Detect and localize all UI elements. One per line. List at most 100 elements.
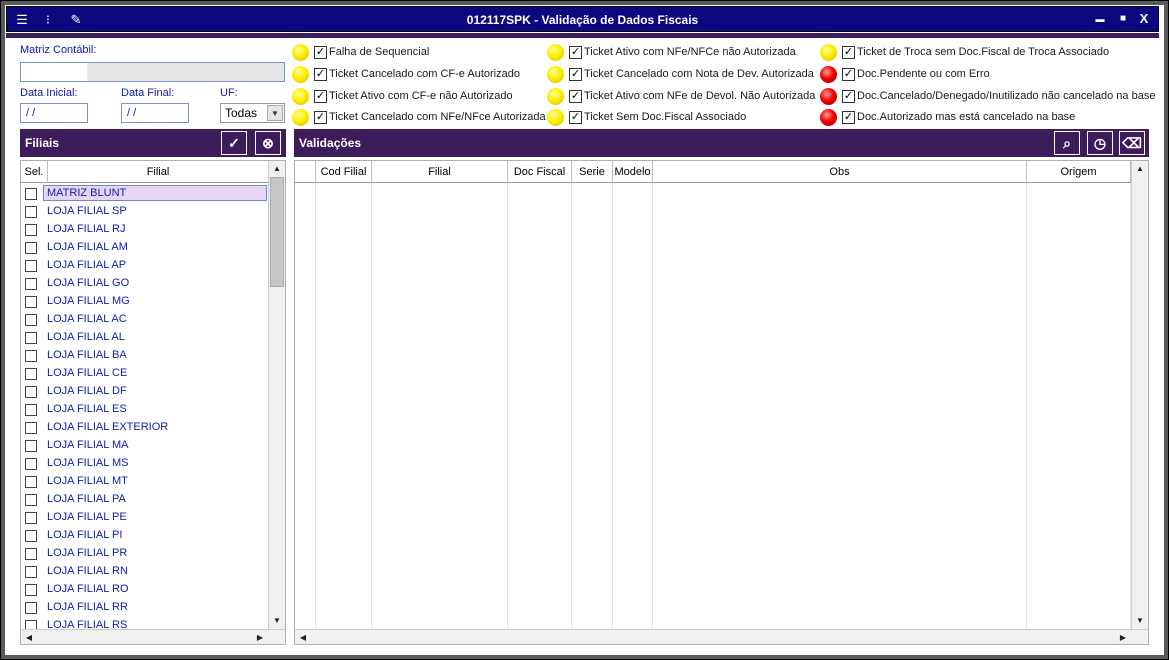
filiais-vscroll[interactable]: ▲ ▼ <box>268 161 285 629</box>
row-checkbox[interactable] <box>25 476 37 488</box>
legend-checkbox[interactable]: ✓ <box>314 46 327 59</box>
data-inicial-field[interactable]: / / <box>20 103 88 123</box>
column-header[interactable]: Doc Fiscal <box>508 161 572 183</box>
chevron-down-icon[interactable]: ▼ <box>267 105 283 121</box>
scroll-right-icon[interactable]: ▶ <box>252 630 268 644</box>
row-checkbox[interactable] <box>25 548 37 560</box>
row-checkbox[interactable] <box>25 224 37 236</box>
table-row[interactable]: LOJA FILIAL GO <box>21 275 268 293</box>
table-row[interactable]: LOJA FILIAL PR <box>21 545 268 563</box>
minimize-button[interactable]: ▬ <box>1090 11 1110 27</box>
table-row[interactable]: LOJA FILIAL MS <box>21 455 268 473</box>
legend-checkbox[interactable]: ✓ <box>842 111 855 124</box>
row-checkbox[interactable] <box>25 386 37 398</box>
table-row[interactable]: LOJA FILIAL RN <box>21 563 268 581</box>
row-checkbox[interactable] <box>25 566 37 578</box>
filial-name: LOJA FILIAL MS <box>47 457 129 469</box>
legend-checkbox[interactable]: ✓ <box>842 68 855 81</box>
legend-checkbox[interactable]: ✓ <box>314 90 327 103</box>
status-yellow-icon <box>547 44 564 61</box>
row-checkbox[interactable] <box>25 494 37 506</box>
row-checkbox[interactable] <box>25 314 37 326</box>
row-checkbox[interactable] <box>25 584 37 596</box>
table-row[interactable]: LOJA FILIAL PI <box>21 527 268 545</box>
table-row[interactable]: LOJA FILIAL MA <box>21 437 268 455</box>
table-row[interactable]: LOJA FILIAL BA <box>21 347 268 365</box>
clock-icon[interactable]: ◷ <box>1087 131 1113 155</box>
uf-select[interactable]: Todas ▼ <box>220 103 285 123</box>
row-checkbox[interactable] <box>25 332 37 344</box>
column-header[interactable]: Serie <box>572 161 613 183</box>
column-header-sel[interactable]: Sel. <box>21 161 48 183</box>
row-checkbox[interactable] <box>25 260 37 272</box>
table-row[interactable]: LOJA FILIAL RR <box>21 599 268 617</box>
matriz-field[interactable] <box>20 62 285 82</box>
column-header[interactable] <box>295 161 316 183</box>
row-checkbox[interactable] <box>25 512 37 524</box>
table-row[interactable]: LOJA FILIAL CE <box>21 365 268 383</box>
table-row[interactable]: LOJA FILIAL PE <box>21 509 268 527</box>
scroll-up-icon[interactable]: ▲ <box>1132 161 1148 176</box>
column-header[interactable]: Filial <box>372 161 508 183</box>
table-row[interactable]: LOJA FILIAL RO <box>21 581 268 599</box>
row-checkbox[interactable] <box>25 530 37 542</box>
row-checkbox[interactable] <box>25 602 37 614</box>
column-header[interactable]: Modelo <box>613 161 653 183</box>
table-row[interactable]: LOJA FILIAL AC <box>21 311 268 329</box>
select-all-icon[interactable]: ✓ <box>221 131 247 155</box>
maximize-button[interactable]: ■ <box>1113 11 1133 27</box>
table-row[interactable]: LOJA FILIAL DF <box>21 383 268 401</box>
table-row[interactable]: LOJA FILIAL PA <box>21 491 268 509</box>
scroll-left-icon[interactable]: ◀ <box>21 630 37 644</box>
table-row[interactable]: LOJA FILIAL MG <box>21 293 268 311</box>
column-header[interactable]: Origem <box>1027 161 1131 183</box>
column-header[interactable]: Obs <box>653 161 1027 183</box>
legend-checkbox[interactable]: ✓ <box>569 68 582 81</box>
matriz-label: Matriz Contábil: <box>20 44 97 56</box>
table-row[interactable]: LOJA FILIAL ES <box>21 401 268 419</box>
validacoes-hscroll[interactable]: ◀ ▶ <box>295 629 1148 644</box>
scroll-down-icon[interactable]: ▼ <box>269 613 285 628</box>
legend-checkbox[interactable]: ✓ <box>842 90 855 103</box>
legend-checkbox[interactable]: ✓ <box>569 111 582 124</box>
deselect-all-icon[interactable]: ⊗ <box>255 131 281 155</box>
table-row[interactable]: LOJA FILIAL MT <box>21 473 268 491</box>
scroll-down-icon[interactable]: ▼ <box>1132 613 1148 628</box>
row-checkbox[interactable] <box>25 458 37 470</box>
table-row[interactable]: LOJA FILIAL AL <box>21 329 268 347</box>
row-checkbox[interactable] <box>25 206 37 218</box>
scroll-right-icon[interactable]: ▶ <box>1115 630 1131 644</box>
search-icon[interactable]: ⌕ <box>1054 131 1080 155</box>
validacoes-vscroll[interactable]: ▲ ▼ <box>1131 161 1148 629</box>
row-checkbox[interactable] <box>25 368 37 380</box>
table-row[interactable]: LOJA FILIAL RJ <box>21 221 268 239</box>
legend-checkbox[interactable]: ✓ <box>314 111 327 124</box>
row-checkbox[interactable] <box>25 440 37 452</box>
row-checkbox[interactable] <box>25 242 37 254</box>
row-checkbox[interactable] <box>25 422 37 434</box>
row-checkbox[interactable] <box>25 296 37 308</box>
table-row[interactable]: LOJA FILIAL EXTERIOR <box>21 419 268 437</box>
scroll-thumb[interactable] <box>270 177 284 287</box>
column-header[interactable]: Cod Filial <box>316 161 372 183</box>
eraser-icon[interactable]: ⌫ <box>1119 131 1145 155</box>
scroll-left-icon[interactable]: ◀ <box>295 630 311 644</box>
filiais-hscroll[interactable]: ◀ ▶ <box>21 629 285 644</box>
scroll-up-icon[interactable]: ▲ <box>269 161 285 176</box>
legend-checkbox[interactable]: ✓ <box>569 90 582 103</box>
column-header-filial[interactable]: Filial <box>48 161 269 183</box>
table-row[interactable]: LOJA FILIAL AM <box>21 239 268 257</box>
legend-checkbox[interactable]: ✓ <box>314 68 327 81</box>
legend-checkbox[interactable]: ✓ <box>842 46 855 59</box>
table-row[interactable]: LOJA FILIAL SP <box>21 203 268 221</box>
data-final-field[interactable]: / / <box>121 103 189 123</box>
close-button[interactable]: X <box>1134 11 1154 27</box>
legend-checkbox[interactable]: ✓ <box>569 46 582 59</box>
table-row[interactable]: LOJA FILIAL AP <box>21 257 268 275</box>
legend-label: Ticket Ativo com NFe/NFCe não Autorizada <box>584 46 796 58</box>
row-checkbox[interactable] <box>25 350 37 362</box>
table-row[interactable]: MATRIZ BLUNT <box>21 185 268 203</box>
row-checkbox[interactable] <box>25 404 37 416</box>
row-checkbox[interactable] <box>25 278 37 290</box>
row-checkbox[interactable] <box>25 188 37 200</box>
